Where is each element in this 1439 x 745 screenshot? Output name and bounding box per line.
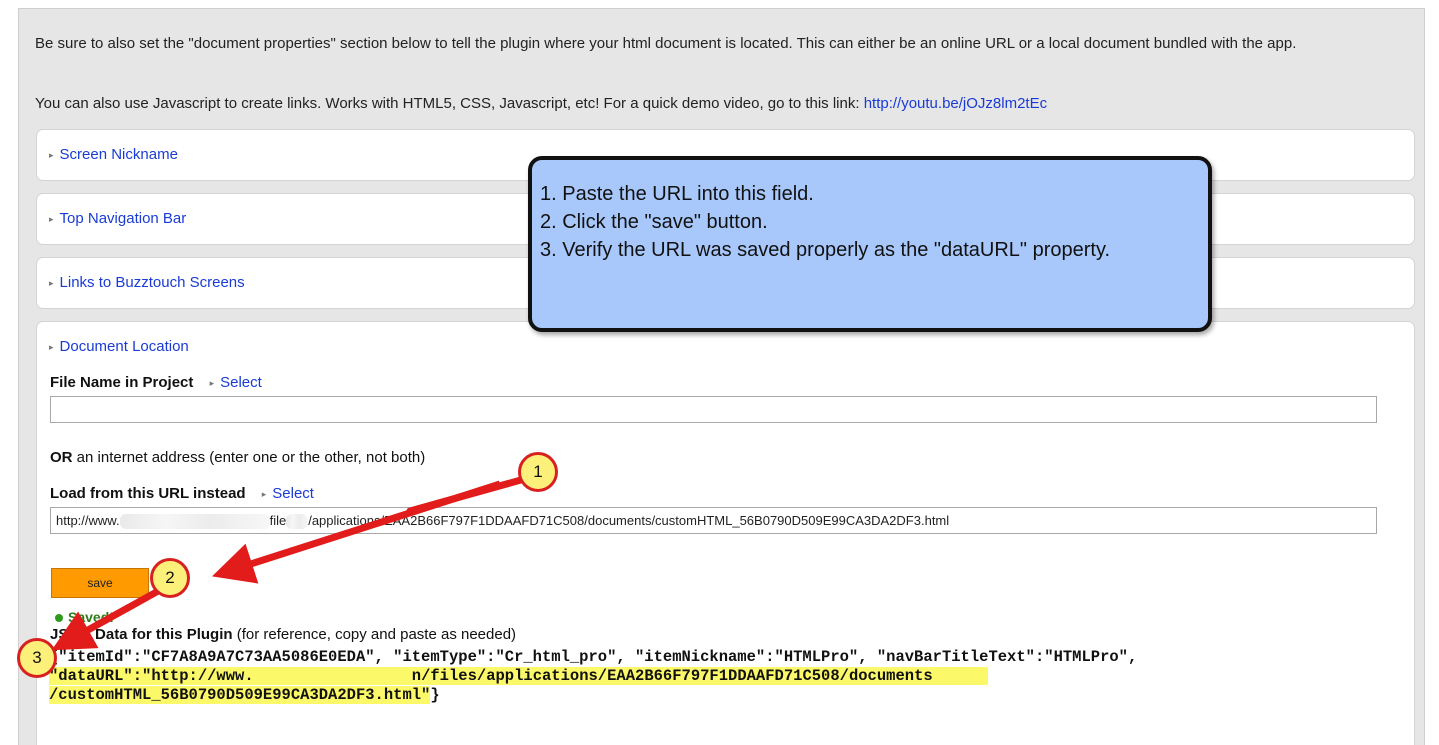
or-text-line: OR an internet address (enter one or the… <box>50 449 425 466</box>
json-redacted-domain <box>253 667 412 685</box>
file-name-input[interactable] <box>50 396 1377 423</box>
json-dataurl-start: "dataURL":"http://www. <box>49 667 254 685</box>
expand-triangle-icon: ▸ <box>49 214 54 224</box>
section-title-document-location[interactable]: Document Location <box>60 338 189 355</box>
callout-step-1: 1. Paste the URL into this field. <box>540 183 814 205</box>
file-name-label: File Name in Project <box>50 374 194 391</box>
saved-text: Saved! <box>68 609 114 625</box>
url-input[interactable]: http://www. file/applications/EAA2B66F797… <box>50 507 1377 534</box>
step-marker-3: 3 <box>17 638 57 678</box>
json-label-line: JSON Data for this Plugin (for reference… <box>50 626 516 643</box>
callout-step-3: 3. Verify the URL was saved properly as … <box>540 239 1111 261</box>
json-label-bold: JSON Data for this Plugin <box>50 626 233 643</box>
json-closing-brace: } <box>430 686 440 704</box>
plugin-properties-page: Be sure to also set the "document proper… <box>18 8 1425 745</box>
demo-video-link[interactable]: http://youtu.be/jOJz8lm2tEc <box>864 95 1047 112</box>
json-data-block: {"itemId":"CF7A8A9A7C73AA5086E0EDA", "it… <box>49 648 1389 705</box>
expand-triangle-icon: ▸ <box>49 342 54 352</box>
expand-triangle-icon: ▸ <box>49 150 54 160</box>
redacted-domain <box>119 514 270 530</box>
intro-paragraph: Be sure to also set the "document proper… <box>35 35 1297 52</box>
or-text: an internet address (enter one or the ot… <box>72 449 426 466</box>
url-value-start: http://www. <box>56 513 120 528</box>
step-marker-2: 2 <box>150 558 190 598</box>
instructions-callout: 1. Paste the URL into this field. 2. Cli… <box>528 156 1212 332</box>
redacted-segment <box>286 514 309 530</box>
json-dataurl-end: /customHTML_56B0790D509E99CA3DA2DF3.html… <box>49 686 431 704</box>
json-line-1: {"itemId":"CF7A8A9A7C73AA5086E0EDA", "it… <box>49 648 1138 666</box>
callout-step-2: 2. Click the "save" button. <box>540 211 768 233</box>
step-marker-1: 1 <box>518 452 558 492</box>
url-row: Load from this URL instead ▸ Select <box>50 485 314 502</box>
json-dataurl-mid: n/files/applications/EAA2B66F797F1DDAAFD… <box>411 667 933 685</box>
intro-demo-text: You can also use Javascript to create li… <box>35 95 864 112</box>
section-title-top-navigation-bar[interactable]: Top Navigation Bar <box>60 210 187 227</box>
section-title-links[interactable]: Links to Buzztouch Screens <box>60 274 245 291</box>
file-name-row: File Name in Project ▸ Select <box>50 374 262 391</box>
select-arrow-icon: ▸ <box>209 378 215 388</box>
section-title-screen-nickname[interactable]: Screen Nickname <box>60 146 178 163</box>
section-document-location: ▸ Document Location File Name in Project … <box>36 321 1415 745</box>
file-select-link[interactable]: Select <box>220 374 262 391</box>
intro-demo-line: You can also use Javascript to create li… <box>35 94 1410 113</box>
or-bold: OR <box>50 449 73 466</box>
url-value-end: /applications/EAA2B66F797F1DDAAFD71C508/… <box>308 513 950 528</box>
url-select-link[interactable]: Select <box>272 485 314 502</box>
expand-triangle-icon: ▸ <box>49 278 54 288</box>
status-dot-icon <box>55 614 63 622</box>
json-label-text: (for reference, copy and paste as needed… <box>232 626 517 643</box>
url-label: Load from this URL instead <box>50 485 246 502</box>
select-arrow-icon: ▸ <box>261 489 267 499</box>
url-value-mid: file <box>269 513 287 528</box>
saved-status: Saved! <box>55 609 114 625</box>
save-button[interactable]: save <box>51 568 149 598</box>
